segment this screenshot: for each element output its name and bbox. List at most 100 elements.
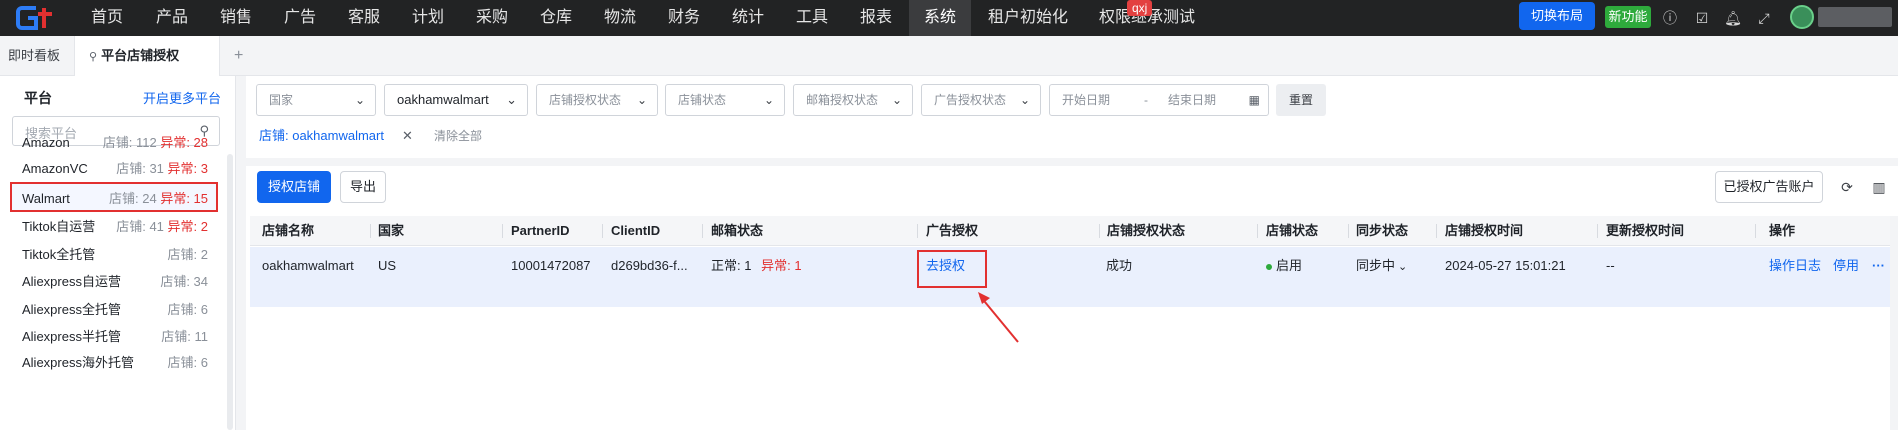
sidebar-item-tiktok-self[interactable]: Tiktok自运营 店铺: 41 异常: 2 [10,212,218,242]
store-count: 店铺: 2 [167,247,208,262]
chevron-down-icon: ⌄ [506,92,517,107]
col-country: 国家 [378,223,405,238]
sidebar-item-label: Tiktok自运营 [22,219,96,234]
col-client-id: ClientID [611,223,661,238]
store-count: 店铺: 41 [116,219,164,234]
nav-warehouse[interactable]: 仓库 [540,0,572,36]
clear-all-link[interactable]: 清除全部 [434,125,482,147]
new-feature-button[interactable]: 新功能 [1605,6,1651,28]
column-divider[interactable] [1436,224,1437,238]
store-count: 店铺: 31 [116,161,164,176]
store-status-select[interactable]: 店铺状态 ⌄ [665,84,785,116]
calendar-icon[interactable]: ▦ [1249,85,1260,115]
chevron-down-icon: ⌄ [1019,93,1030,107]
enable-more-platforms-link[interactable]: 开启更多平台 [143,88,221,107]
cell-mail-status: 正常: 1 异常: 1 [711,256,802,276]
authorized-ad-accounts-button[interactable]: 已授权广告账户 [1715,171,1823,203]
tab-store-auth[interactable]: ⚲ 平台店铺授权 [74,36,220,76]
avatar[interactable] [1790,5,1814,29]
sync-status-dropdown[interactable]: 同步中 ⌄ [1356,256,1407,277]
switch-layout-button[interactable]: 切换布局 [1519,2,1595,30]
store-count: 店铺: 24 [109,191,157,206]
mail-auth-status-select[interactable]: 邮箱授权状态 ⌄ [793,84,913,116]
column-divider[interactable] [1099,224,1100,238]
more-actions-icon[interactable]: ··· [1872,256,1885,276]
column-divider[interactable] [1597,224,1598,238]
sidebar-item-aliexpress-self[interactable]: Aliexpress自运营 店铺: 34 [10,267,218,297]
table-row[interactable] [250,247,1898,307]
sidebar-item-label: Tiktok全托管 [22,247,96,262]
column-divider[interactable] [502,224,503,238]
nav-tools[interactable]: 工具 [796,0,828,36]
column-settings-icon[interactable]: ▥ [1870,178,1888,196]
brand-logo-icon[interactable] [14,4,62,32]
nav-plan[interactable]: 计划 [412,0,444,36]
date-range-picker[interactable]: 开始日期 - 结束日期 ▦ [1049,84,1269,116]
nav-system[interactable]: 系统 [909,0,971,36]
country-select[interactable]: 国家 ⌄ [256,84,376,116]
chevron-down-icon: ⌄ [1398,261,1408,273]
sync-status-value: 同步中 [1356,258,1396,273]
ad-auth-status-select[interactable]: 广告授权状态 ⌄ [921,84,1041,116]
col-sync-status: 同步状态 [1356,223,1409,238]
add-tab-icon[interactable]: + [234,36,243,76]
info-circle-icon[interactable]: ⓘ [1660,8,1680,28]
nav-tenant-init[interactable]: 租户初始化 [988,0,1068,36]
sidebar-item-tiktok-full[interactable]: Tiktok全托管 店铺: 2 [10,240,218,270]
tab-bar: 即时看板 ⚲ 平台店铺授权 [0,36,1898,76]
nav-ads[interactable]: 广告 [284,0,316,36]
refresh-icon[interactable]: ⟳ [1838,178,1856,196]
top-navbar: 首页 产品 销售 广告 客服 计划 采购 仓库 物流 财务 统计 工具 报表 系… [0,0,1898,36]
disable-link[interactable]: 停用 [1833,256,1859,276]
table-scrollbar[interactable] [1890,216,1898,430]
column-divider[interactable] [370,224,371,238]
tab-dashboard[interactable]: 即时看板 [8,36,60,76]
start-date-input[interactable]: 开始日期 [1062,85,1110,115]
error-count: 异常: 2 [167,219,208,234]
pin-icon[interactable]: ⚲ [89,51,97,63]
table-header: 店铺名称 国家 PartnerID ClientID 邮箱状态 广告授权 店铺授… [250,216,1898,246]
annotation-arrow-icon [978,292,1019,343]
store-auth-status-select[interactable]: 店铺授权状态 ⌄ [536,84,658,116]
column-divider[interactable] [602,224,603,238]
sidebar-item-label: Aliexpress全托管 [22,302,121,317]
column-divider[interactable] [702,224,703,238]
sidebar-item-walmart[interactable]: Walmart 店铺: 24 异常: 15 [10,182,218,212]
nav-finance[interactable]: 财务 [668,0,700,36]
cell-store-status: 启用 [1266,256,1302,276]
cell-country: US [378,258,397,273]
store-status-value: 启用 [1276,258,1303,273]
close-icon[interactable]: ✕ [402,125,413,147]
sidebar-item-counts: 店铺: 31 异常: 3 [116,154,208,184]
nav-logistics[interactable]: 物流 [604,0,636,36]
bell-icon[interactable]: 🔔︎ [1723,8,1743,28]
sidebar-scrollbar[interactable] [227,154,233,430]
fullscreen-icon[interactable]: ⤢ [1754,8,1774,28]
nav-reports[interactable]: 报表 [860,0,892,36]
nav-home[interactable]: 首页 [91,0,123,36]
sidebar-item-label: Aliexpress海外托管 [22,355,134,370]
sidebar-item-aliexpress-full[interactable]: Aliexpress全托管 店铺: 6 [10,295,218,325]
col-partner-id: PartnerID [511,223,570,238]
nav-purchase[interactable]: 采购 [476,0,508,36]
column-divider[interactable] [1257,224,1258,238]
sidebar-item-amazonvc[interactable]: AmazonVC 店铺: 31 异常: 3 [10,154,218,184]
nav-sales[interactable]: 销售 [220,0,252,36]
date-separator: - [1144,93,1148,107]
authorize-store-button[interactable]: 授权店铺 [257,171,331,203]
user-name-redacted[interactable] [1818,7,1892,27]
operation-log-link[interactable]: 操作日志 [1769,256,1821,276]
nav-customer-service[interactable]: 客服 [348,0,380,36]
column-divider[interactable] [1755,224,1756,238]
export-button[interactable]: 导出 [340,171,386,203]
nav-statistics[interactable]: 统计 [732,0,764,36]
nav-products[interactable]: 产品 [156,0,188,36]
sidebar-item-aliexpress-overseas[interactable]: Aliexpress海外托管 店铺: 6 [10,348,218,378]
reset-button[interactable]: 重置 [1276,84,1326,116]
column-divider[interactable] [1348,224,1349,238]
column-divider[interactable] [917,224,918,238]
chevron-down-icon: ⌄ [891,93,902,107]
task-icon[interactable]: ☑ [1692,8,1712,28]
end-date-input[interactable]: 结束日期 [1168,85,1216,115]
store-select[interactable]: oakhamwalmart ⌄ [384,84,528,116]
